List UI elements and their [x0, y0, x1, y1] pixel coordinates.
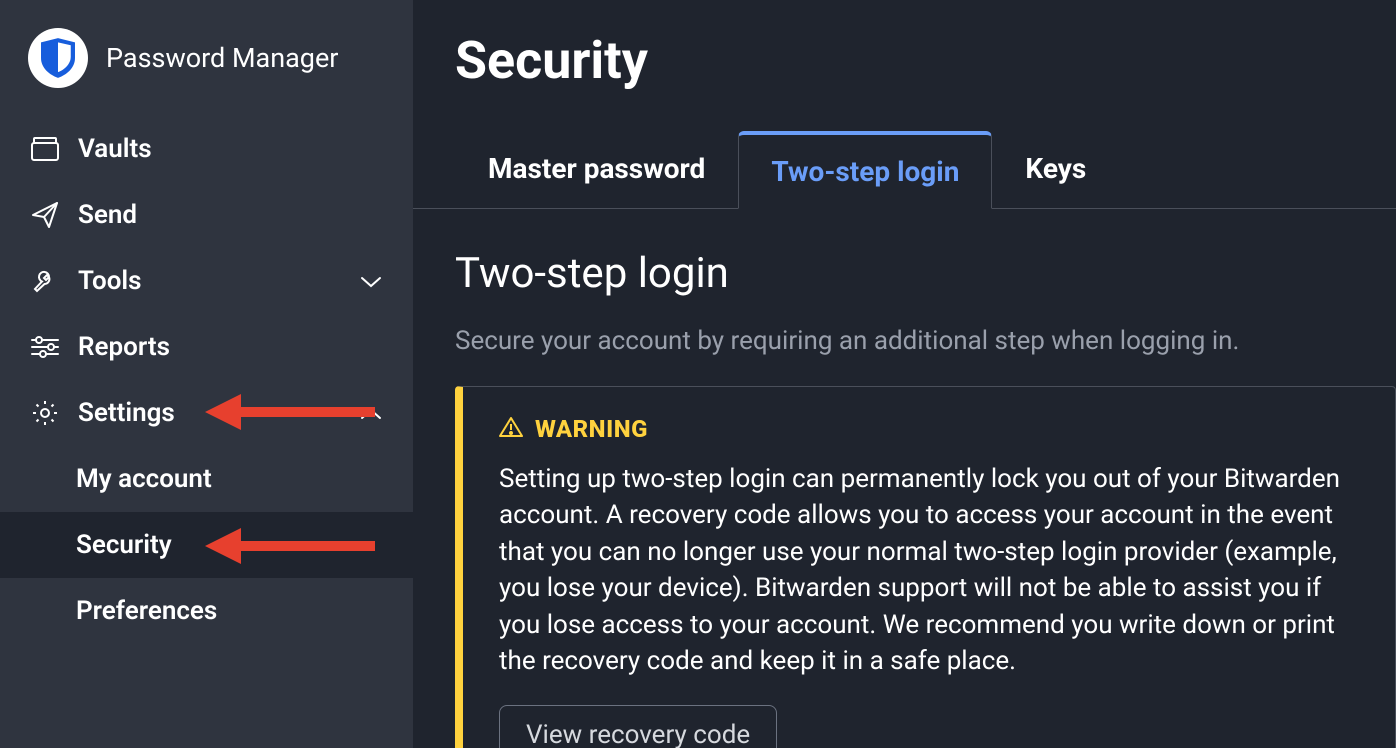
- chevron-up-icon: [359, 398, 383, 428]
- section-title: Two-step login: [455, 249, 1396, 298]
- sidebar-item-settings[interactable]: Settings: [0, 380, 413, 446]
- sidebar-item-vaults[interactable]: Vaults: [0, 116, 413, 182]
- warning-triangle-icon: [499, 416, 523, 442]
- main-content: Security Master password Two-step login …: [413, 0, 1396, 748]
- sidebar-item-label: Tools: [78, 266, 142, 296]
- warning-text: Setting up two-step login can permanentl…: [499, 461, 1359, 679]
- annotation-arrow-icon: [205, 390, 375, 434]
- tab-master-password[interactable]: Master password: [455, 131, 738, 208]
- section-description: Secure your account by requiring an addi…: [455, 326, 1396, 356]
- sidebar-item-label: Send: [78, 200, 137, 230]
- subnav-item-security[interactable]: Security: [0, 512, 413, 578]
- sliders-icon: [30, 332, 60, 362]
- page-title: Security: [455, 30, 1396, 91]
- chevron-down-icon: [359, 266, 383, 296]
- send-icon: [30, 200, 60, 230]
- subnav-item-label: Security: [76, 530, 172, 560]
- warning-label: WARNING: [535, 415, 648, 443]
- tab-two-step-login[interactable]: Two-step login: [738, 131, 992, 209]
- tabs: Master password Two-step login Keys: [413, 131, 1396, 209]
- view-recovery-code-button[interactable]: View recovery code: [499, 705, 777, 748]
- subnav-item-my-account[interactable]: My account: [0, 446, 413, 512]
- subnav-item-preferences[interactable]: Preferences: [0, 578, 413, 644]
- annotation-arrow-icon: [205, 524, 375, 568]
- wrench-icon: [30, 266, 60, 296]
- sidebar: Password Manager Vaults Send Tools Repor…: [0, 0, 413, 748]
- sidebar-item-reports[interactable]: Reports: [0, 314, 413, 380]
- sidebar-item-label: Vaults: [78, 134, 152, 164]
- warning-callout: WARNING Setting up two-step login can pe…: [455, 386, 1396, 748]
- brand-header: Password Manager: [0, 28, 413, 116]
- settings-subnav: My account Security Preferences: [0, 446, 413, 644]
- warning-header: WARNING: [499, 415, 1359, 443]
- sidebar-item-tools[interactable]: Tools: [0, 248, 413, 314]
- brand-title: Password Manager: [106, 42, 338, 74]
- sidebar-item-send[interactable]: Send: [0, 182, 413, 248]
- vault-icon: [30, 134, 60, 164]
- tab-keys[interactable]: Keys: [992, 131, 1119, 208]
- sidebar-item-label: Reports: [78, 332, 170, 362]
- sidebar-item-label: Settings: [78, 398, 175, 428]
- shield-logo-icon: [28, 28, 88, 88]
- gear-icon: [30, 398, 60, 428]
